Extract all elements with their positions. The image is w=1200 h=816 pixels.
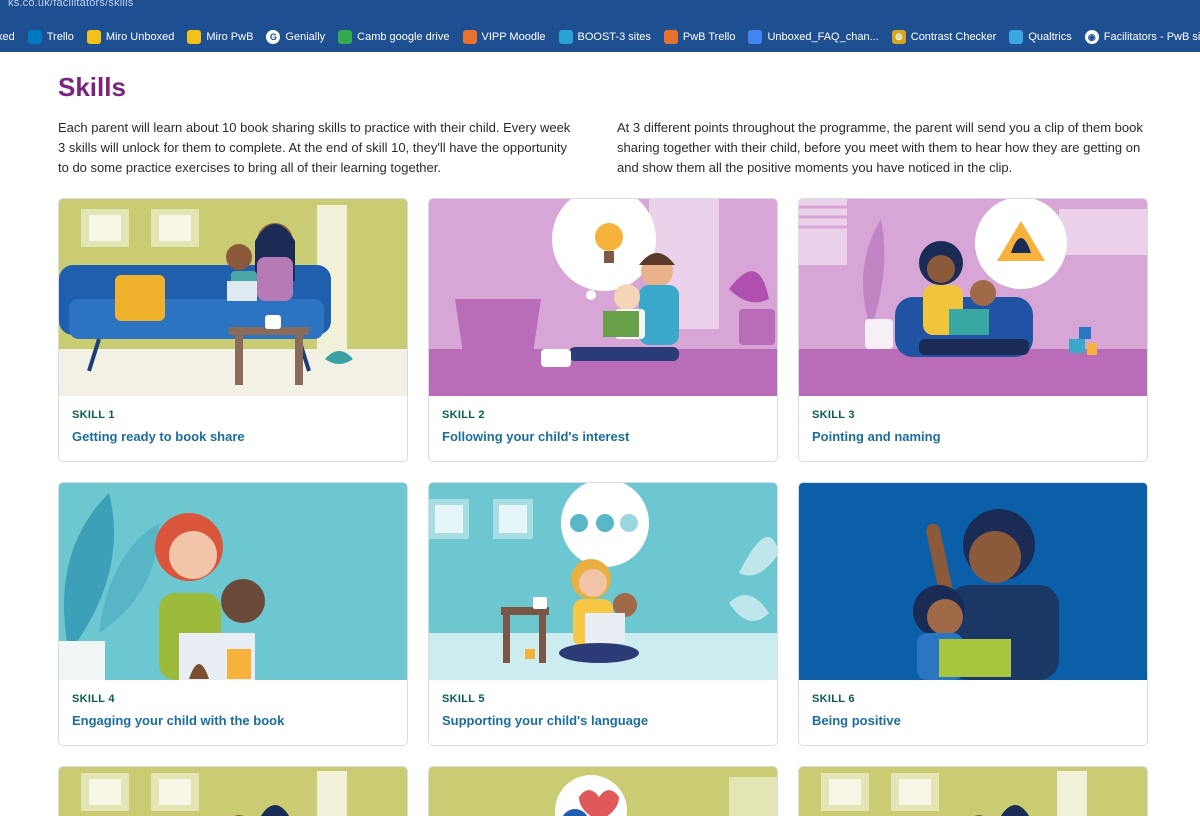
skill-kicker: SKILL 5 xyxy=(442,693,485,705)
skill-title[interactable]: Being positive xyxy=(812,713,901,728)
genially-icon: G xyxy=(266,30,281,44)
skill-title[interactable]: Getting ready to book share xyxy=(72,429,245,444)
skill-card-2[interactable]: SKILL 2 Following your child's interest xyxy=(428,198,778,462)
bookmark-label: xed xyxy=(0,31,15,43)
drive-icon xyxy=(338,30,353,44)
doc-icon xyxy=(748,30,763,44)
skill-card-5[interactable]: SKILL 5 Supporting your child's language xyxy=(428,482,778,746)
skill-card-6[interactable]: SKILL 6 Being positive xyxy=(798,482,1148,746)
skill-kicker: SKILL 4 xyxy=(72,693,115,705)
bookmark-item[interactable]: Qualtrics xyxy=(1009,30,1072,44)
globe-icon: ◉ xyxy=(1084,30,1099,44)
qualtrics-icon xyxy=(1009,30,1024,44)
bookmark-label: BOOST-3 sites xyxy=(577,31,651,43)
bookmark-label: Miro Unboxed xyxy=(105,31,175,43)
skill-card-8-partial[interactable] xyxy=(428,766,778,816)
skill-4-illustration xyxy=(59,483,407,680)
skill-kicker: SKILL 2 xyxy=(442,409,485,421)
bookmark-item[interactable]: Camb google drive xyxy=(338,30,450,44)
bookmark-item[interactable]: PwB Trello xyxy=(663,30,736,44)
skill-9-illustration xyxy=(799,767,1147,816)
skill-title[interactable]: Following your child's interest xyxy=(442,429,629,444)
bookmark-item[interactable]: G Genially xyxy=(266,30,325,44)
skills-page: Skills Each parent will learn about 10 b… xyxy=(0,52,1200,816)
skill-card-7-partial[interactable] xyxy=(58,766,408,816)
skill-title[interactable]: Pointing and naming xyxy=(812,429,941,444)
url-text: ks.co.uk/facilitators/skills xyxy=(8,0,134,9)
bookmark-item[interactable]: VIPP Moodle xyxy=(462,30,546,44)
bookmark-label: Trello xyxy=(46,31,74,43)
bookmark-item[interactable]: Trello xyxy=(27,30,74,44)
bookmark-item[interactable]: Miro Unboxed xyxy=(86,30,175,44)
bookmark-label: VIPP Moodle xyxy=(481,31,546,43)
skill-title[interactable]: Engaging your child with the book xyxy=(72,713,284,728)
gear-icon: ⚙ xyxy=(891,30,906,44)
skill-5-illustration xyxy=(429,483,777,680)
bookmark-item[interactable]: Miro PwB xyxy=(187,30,253,44)
trello-icon xyxy=(663,30,678,44)
bookmark-label: Genially xyxy=(285,31,326,43)
intro-right: At 3 different points throughout the pro… xyxy=(617,120,1143,175)
bookmark-label: Facilitators - PwB site xyxy=(1103,31,1200,43)
skill-8-illustration xyxy=(429,767,777,816)
bookmark-label: PwB Trello xyxy=(682,31,736,43)
skill-7-illustration xyxy=(59,767,407,816)
skill-2-illustration xyxy=(429,199,777,396)
bookmark-label: Qualtrics xyxy=(1028,31,1072,43)
address-bar-fragment[interactable]: ks.co.uk/facilitators/skills xyxy=(0,0,1200,22)
skill-6-illustration xyxy=(799,483,1147,680)
skill-card-3[interactable]: SKILL 3 Pointing and naming xyxy=(798,198,1148,462)
bookmark-item[interactable]: Unboxed_FAQ_chan... xyxy=(748,30,879,44)
skill-card-9-partial[interactable] xyxy=(798,766,1148,816)
page-title: Skills xyxy=(58,72,126,102)
bookmark-label: Unboxed_FAQ_chan... xyxy=(767,31,879,43)
miro-icon xyxy=(187,30,202,44)
skill-kicker: SKILL 3 xyxy=(812,409,855,421)
bookmark-label: Contrast Checker xyxy=(910,31,997,43)
bookmark-label: Miro PwB xyxy=(206,31,254,43)
skill-card-1[interactable]: SKILL 1 Getting ready to book share xyxy=(58,198,408,462)
skill-title[interactable]: Supporting your child's language xyxy=(442,713,648,728)
bookmark-label: Camb google drive xyxy=(357,31,450,43)
bookmark-item[interactable]: ⚙ Contrast Checker xyxy=(891,30,997,44)
skill-card-4[interactable]: SKILL 4 Engaging your child with the boo… xyxy=(58,482,408,746)
skill-kicker: SKILL 6 xyxy=(812,693,855,705)
moodle-icon xyxy=(462,30,477,44)
sites-icon xyxy=(558,30,573,44)
miro-icon xyxy=(86,30,101,44)
bookmark-item[interactable]: ◉ Facilitators - PwB site xyxy=(1084,30,1200,44)
skill-kicker: SKILL 1 xyxy=(72,409,115,421)
bookmark-item[interactable]: BOOST-3 sites xyxy=(558,30,651,44)
bookmark-item[interactable]: xed xyxy=(0,31,15,43)
intro-left: Each parent will learn about 10 book sha… xyxy=(58,120,571,175)
skill-1-illustration xyxy=(59,199,407,396)
trello-icon xyxy=(27,30,42,44)
skill-3-illustration xyxy=(799,199,1147,396)
bookmarks-bar: xed Trello Miro Unboxed Miro PwB G Genially Ca… xyxy=(0,22,1200,52)
